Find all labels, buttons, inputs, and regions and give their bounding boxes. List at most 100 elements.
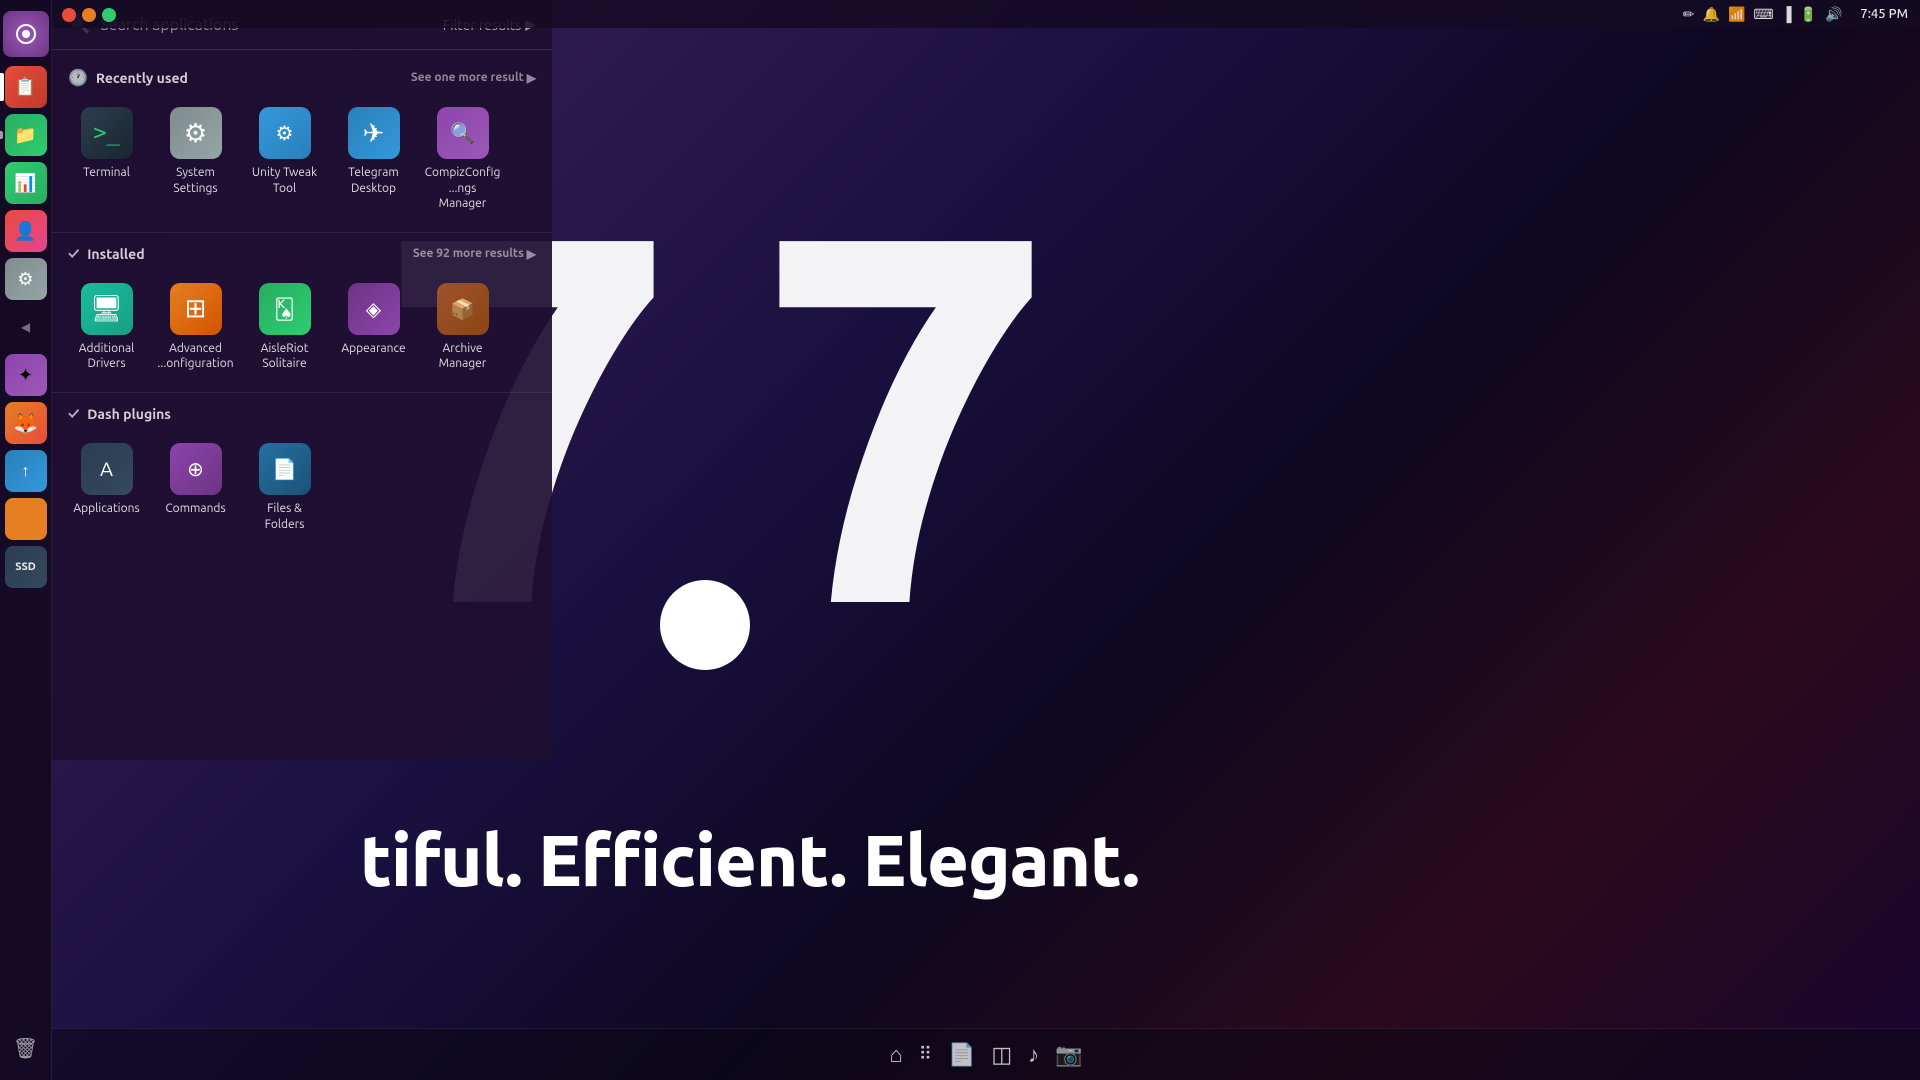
app-telegram[interactable]: ✈ Telegram Desktop — [331, 99, 416, 220]
telegram-icon: ✈ — [348, 107, 400, 159]
advanced-conf-icon: ⊞ — [170, 283, 222, 335]
files-dock-icon: 📄 — [948, 1042, 975, 1068]
appearance-icon: ◈ — [348, 283, 400, 335]
pencil-icon[interactable]: ✏ — [1683, 6, 1695, 23]
system-settings-label: System Settings — [157, 165, 234, 196]
terminal-icon: >_ — [81, 107, 133, 159]
app-unity-tweak[interactable]: ⚙ Unity Tweak Tool — [242, 99, 327, 220]
installed-icon: ✓ — [68, 245, 79, 263]
taskbar-arrow-icon[interactable]: ◀ — [5, 306, 47, 348]
recently-used-header: 🕐 Recently used See one more result ▶ — [52, 60, 552, 91]
media-icon: ◫ — [991, 1042, 1012, 1068]
see-92-more-button[interactable]: See 92 more results ▶ — [413, 247, 536, 261]
app-commands[interactable]: ⊕ Commands — [153, 435, 238, 540]
files-folders-label: Files & Folders — [246, 501, 323, 532]
camera-icon: 📷 — [1055, 1042, 1082, 1068]
maximize-button[interactable] — [102, 8, 116, 22]
installed-header: ✓ Installed See 92 more results ▶ — [52, 237, 552, 267]
appearance-label: Appearance — [341, 341, 405, 357]
commands-icon: ⊕ — [170, 443, 222, 495]
commands-label: Commands — [165, 501, 225, 517]
app-additional-drivers[interactable]: 🖥 Additional Drivers — [64, 275, 149, 380]
taskbar-contacts-icon[interactable]: 👤 — [5, 210, 47, 252]
system-settings-icon: ⚙ — [170, 107, 222, 159]
unity-tweak-icon: ⚙ — [259, 107, 311, 159]
dock-apps[interactable]: ⠿ — [919, 1044, 932, 1065]
topbar-system-icons: ✏ 🔔 📶 ⌨ ▐ 🔋 🔊 — [1683, 6, 1843, 23]
dash-plugins-grid: A Applications ⊕ Commands 📄 Files & Fold… — [52, 427, 552, 548]
advanced-conf-label: Advanced ...onfiguration — [157, 341, 234, 372]
app-advanced-conf[interactable]: ⊞ Advanced ...onfiguration — [153, 275, 238, 380]
taskbar-settings-icon[interactable]: ⚙ — [5, 258, 47, 300]
taskbar-firefox-icon[interactable]: 🦊 — [5, 402, 47, 444]
app-aisleriot[interactable]: 🂮 AisleRiot Solitaire — [242, 275, 327, 380]
taskbar-files-icon[interactable]: 📁 — [5, 114, 47, 156]
taskbar-software-icon[interactable]: ↑ — [5, 450, 47, 492]
keyboard-icon[interactable]: ⌨ — [1753, 6, 1773, 23]
close-button[interactable] — [62, 8, 76, 22]
see-one-more-button[interactable]: See one more result ▶ — [411, 71, 536, 85]
dock-camera[interactable]: 📷 — [1055, 1042, 1082, 1068]
recently-used-label: Recently used — [96, 70, 188, 86]
taskbar-ssd-icon[interactable]: SSD — [5, 546, 47, 588]
taskbar-system-icon[interactable]: 📋 — [5, 66, 47, 108]
dock-music[interactable]: ♪ — [1028, 1042, 1039, 1068]
divider-2 — [52, 392, 552, 393]
app-appearance[interactable]: ◈ Appearance — [331, 275, 416, 380]
archive-manager-icon: 📦 — [437, 283, 489, 335]
app-archive-manager[interactable]: 📦 Archive Manager — [420, 275, 505, 380]
archive-manager-label: Archive Manager — [424, 341, 501, 372]
bottomdock: ⌂ ⠿ 📄 ◫ ♪ 📷 — [52, 1028, 1920, 1080]
app-launcher: 🔍 Filter results ▶ 🕐 Recently used See o… — [52, 0, 552, 760]
home-icon: ⌂ — [889, 1042, 902, 1068]
terminal-label: Terminal — [83, 165, 130, 181]
additional-drivers-icon: 🖥 — [81, 283, 133, 335]
battery-icon[interactable]: 🔋 — [1800, 6, 1817, 23]
app-applications[interactable]: A Applications — [64, 435, 149, 540]
taskbar-unity-icon[interactable]: ✦ — [5, 354, 47, 396]
battery-indicator-icon[interactable]: ▐ — [1782, 6, 1792, 22]
divider-1 — [52, 232, 552, 233]
app-files-folders[interactable]: 📄 Files & Folders — [242, 435, 327, 540]
dash-plugins-icon: ✓ — [68, 405, 79, 423]
apps-grid-icon: ⠿ — [919, 1044, 932, 1065]
desktop-dot — [660, 580, 750, 670]
installed-label: Installed — [87, 246, 144, 262]
app-terminal[interactable]: >_ Terminal — [64, 99, 149, 220]
compiz-icon: 🔍 — [437, 107, 489, 159]
taskbar-orange-icon[interactable] — [5, 498, 47, 540]
bell-icon[interactable]: 🔔 — [1703, 6, 1720, 23]
telegram-label: Telegram Desktop — [335, 165, 412, 196]
taskbar-calc-icon[interactable]: 📊 — [5, 162, 47, 204]
applications-label: Applications — [73, 501, 139, 517]
clock: 7:45 PM — [1860, 7, 1908, 21]
aisleriot-icon: 🂮 — [259, 283, 311, 335]
desktop-tagline: tiful. Efficient. Elegant. — [360, 819, 1139, 900]
music-icon: ♪ — [1028, 1042, 1039, 1068]
installed-grid: 🖥 Additional Drivers ⊞ Advanced ...onfig… — [52, 267, 552, 388]
aisleriot-label: AisleRiot Solitaire — [246, 341, 323, 372]
dock-media[interactable]: ◫ — [991, 1042, 1012, 1068]
unity-launcher-button[interactable] — [3, 11, 49, 57]
unity-tweak-label: Unity Tweak Tool — [246, 165, 323, 196]
wifi-icon[interactable]: 📶 — [1728, 6, 1745, 23]
app-system-settings[interactable]: ⚙ System Settings — [153, 99, 238, 220]
compiz-label: CompizConfig ...ngs Manager — [424, 165, 501, 212]
taskbar-trash-icon[interactable]: 🗑 — [5, 1027, 47, 1069]
dock-files[interactable]: 📄 — [948, 1042, 975, 1068]
dock-home[interactable]: ⌂ — [889, 1042, 902, 1068]
dash-plugins-header: ✓ Dash plugins — [52, 397, 552, 427]
minimize-button[interactable] — [82, 8, 96, 22]
topbar: ✏ 🔔 📶 ⌨ ▐ 🔋 🔊 7:45 PM — [52, 0, 1920, 28]
files-folders-icon: 📄 — [259, 443, 311, 495]
dash-plugins-label: Dash plugins — [87, 406, 171, 422]
window-controls — [52, 0, 126, 30]
recently-used-icon: 🕐 — [68, 68, 88, 87]
launcher-content: 🕐 Recently used See one more result ▶ >_… — [52, 50, 552, 760]
additional-drivers-label: Additional Drivers — [68, 341, 145, 372]
volume-icon[interactable]: 🔊 — [1825, 6, 1842, 23]
app-compiz[interactable]: 🔍 CompizConfig ...ngs Manager — [420, 99, 505, 220]
applications-icon: A — [81, 443, 133, 495]
recently-used-grid: >_ Terminal ⚙ System Settings ⚙ Unity Tw… — [52, 91, 552, 228]
taskbar: 📋 📁 📊 👤 ⚙ ◀ ✦ 🦊 ↑ SSD 🗑 — [0, 0, 52, 1080]
